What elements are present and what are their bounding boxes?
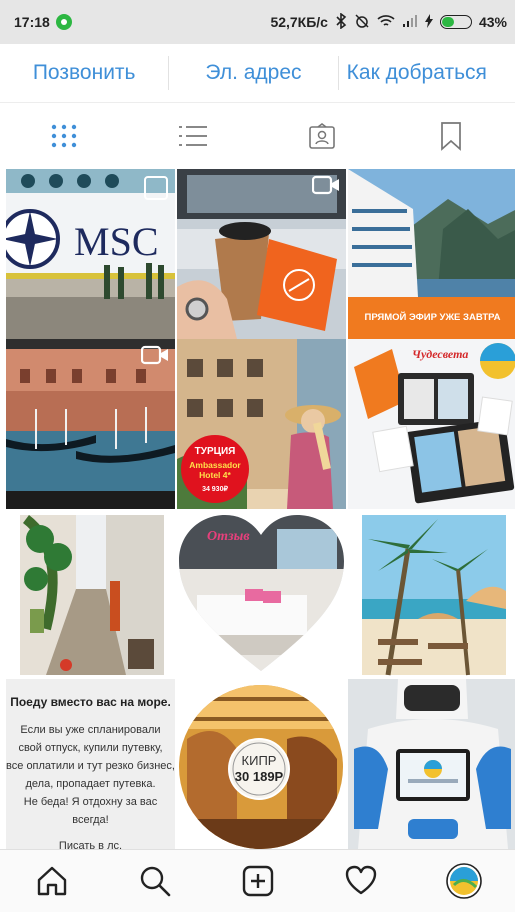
text-post-line: Писать в лс. — [58, 840, 123, 849]
text-post-title: Поеду вместо вас на море. — [10, 695, 171, 709]
review-label: Отзыв — [207, 529, 250, 544]
network-speed: 52,7КБ/с — [270, 14, 328, 30]
nav-activity[interactable] — [337, 857, 385, 905]
nav-search[interactable] — [131, 857, 179, 905]
profile-avatar — [445, 863, 482, 899]
post-msc-cruise[interactable]: MSC — [6, 169, 175, 339]
tagged-icon — [309, 123, 335, 149]
post-photo-collage[interactable]: Чудесвета — [348, 339, 515, 509]
whatsapp-notification-icon — [55, 14, 72, 30]
bluetooth-icon — [335, 11, 347, 32]
bottom-navigation — [0, 849, 515, 912]
nav-profile[interactable] — [440, 857, 488, 905]
charging-icon — [424, 13, 433, 31]
call-button[interactable]: Позвонить — [0, 61, 168, 85]
tab-saved[interactable] — [421, 111, 481, 161]
add-post-icon — [242, 865, 273, 897]
wifi-icon — [377, 14, 395, 31]
tab-list[interactable] — [163, 111, 223, 161]
nav-add-post[interactable] — [234, 857, 282, 905]
post-cruise-fjord[interactable]: ПРЯМОЙ ЭФИР УЖЕ ЗАВТРА — [348, 169, 515, 339]
tab-tagged[interactable] — [292, 111, 352, 161]
post-review-heart[interactable]: Отзыв — [177, 509, 346, 679]
msc-text: MSC — [74, 219, 159, 264]
turkey-hotel: Ambassador Hotel 4* — [189, 460, 241, 480]
post-beach[interactable] — [348, 509, 515, 679]
nav-home[interactable] — [28, 857, 76, 905]
post-robot[interactable] — [348, 679, 515, 849]
post-image — [177, 509, 346, 679]
activity-icon — [345, 865, 376, 895]
grid-icon — [52, 124, 77, 148]
post-image — [348, 339, 515, 509]
list-icon — [179, 126, 208, 146]
status-time: 17:18 — [14, 14, 50, 30]
live-caption: ПРЯМОЙ ЭФИР УЖЕ ЗАВТРА — [364, 312, 501, 323]
profile-actions: Позвонить Эл. адрес Как добраться — [0, 44, 515, 103]
tab-grid[interactable] — [34, 111, 94, 161]
post-coffee-card[interactable] — [177, 169, 346, 339]
post-image — [6, 509, 175, 679]
post-turkey-hotel[interactable]: ТУРЦИЯ Ambassador Hotel 4* 34 930₽ — [177, 339, 346, 509]
home-icon — [37, 866, 66, 896]
text-post-line: все оплатили и тут резко бизнес, — [6, 760, 175, 772]
search-icon — [140, 866, 170, 897]
turkey-title: ТУРЦИЯ — [194, 446, 236, 457]
post-alley[interactable] — [6, 509, 175, 679]
text-post-line: Если вы уже спланировали — [20, 724, 161, 736]
cyprus-title: КИПР — [241, 753, 277, 768]
post-image: MSC — [6, 169, 175, 339]
battery-icon — [439, 15, 472, 29]
post-image — [348, 679, 515, 849]
turkey-price: 34 930₽ — [202, 486, 228, 493]
chudesa-label: Чудесвета — [412, 347, 469, 361]
text-post-line: свой отпуск, купили путевку, — [18, 742, 163, 754]
alarm-off-icon — [354, 13, 370, 32]
video-icon — [312, 175, 339, 195]
battery-percent: 43% — [478, 14, 507, 30]
directions-button[interactable]: Как добраться — [339, 61, 515, 85]
posts-grid: MSC ПРЯМОЙ ЭФИР УЖЕ ЗАВТРА ТУРЦИЯ Ambass… — [6, 169, 515, 849]
video-icon — [141, 345, 168, 365]
status-bar: 17:18 52,7КБ/с 43% — [0, 0, 515, 44]
saved-icon — [440, 122, 461, 151]
profile-tabs — [0, 103, 515, 169]
signal-icon — [402, 14, 418, 31]
text-post-line: дела, пропадает путевка. — [25, 778, 156, 790]
post-image — [348, 509, 515, 679]
email-button[interactable]: Эл. адрес — [169, 61, 337, 85]
post-cyprus[interactable]: КИПР 30 189Р — [177, 679, 346, 849]
text-post-line: Не беда! Я отдохну за вас всегда! — [23, 796, 158, 826]
status-right: 52,7КБ/с 43% — [270, 11, 507, 32]
post-text-ad[interactable]: Поеду вместо вас на море. Если вы уже сп… — [6, 679, 175, 849]
post-venice[interactable] — [6, 339, 175, 509]
cyprus-price: 30 189Р — [234, 769, 284, 784]
